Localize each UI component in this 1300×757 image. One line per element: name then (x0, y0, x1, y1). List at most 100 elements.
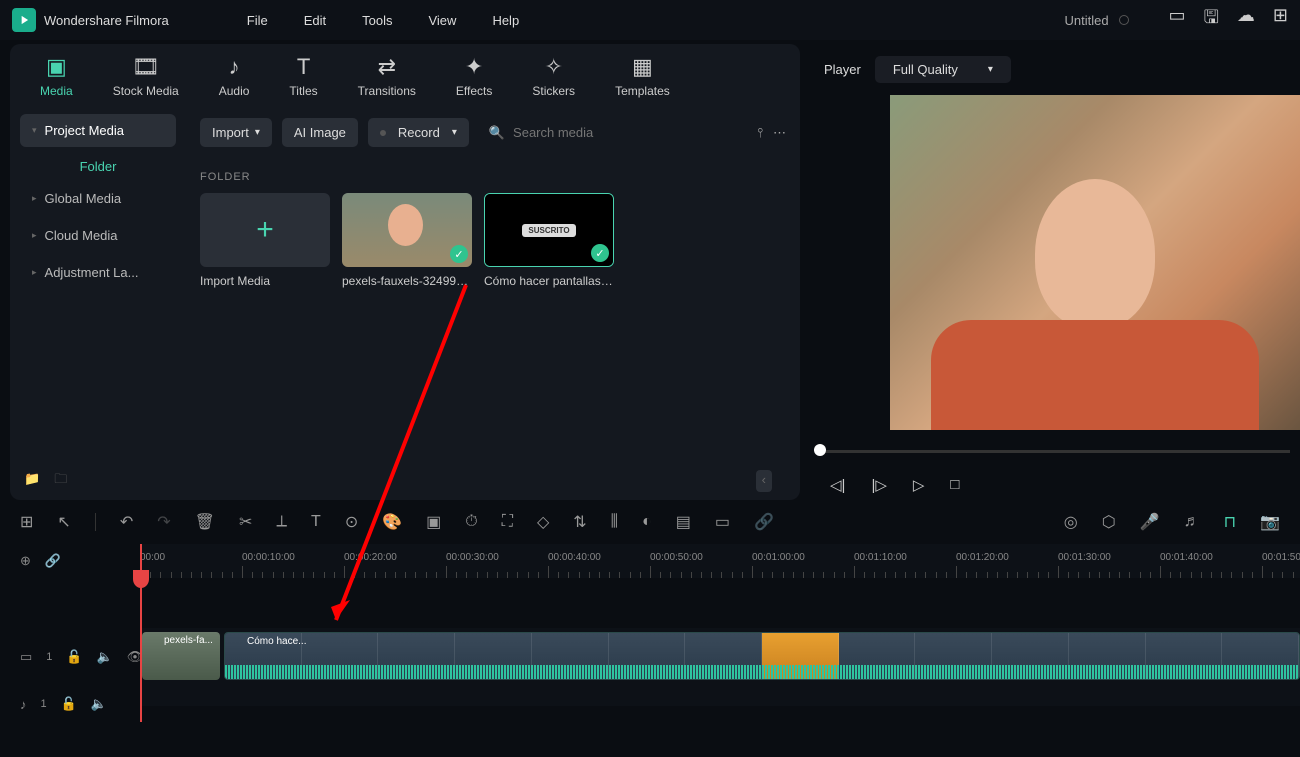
folder-label: FOLDER (200, 171, 786, 183)
verified-icon (1119, 15, 1129, 25)
filter-icon[interactable]: ⫯ (757, 125, 763, 141)
app-logo (12, 8, 36, 32)
monitor-icon[interactable]: ▭ (1169, 5, 1186, 35)
color-icon[interactable]: 🎨 (382, 512, 402, 532)
lock-icon[interactable]: 🔓 (61, 696, 77, 712)
project-title: Untitled (1064, 13, 1108, 28)
check-icon: ✓ (591, 244, 609, 262)
screen-icon[interactable]: ▭ (715, 512, 730, 532)
timer-icon[interactable]: ⏱ (465, 513, 477, 531)
import-button[interactable]: Import▾ (200, 118, 272, 147)
video-track-head: ▭1 🔓 🔈 👁 (0, 628, 140, 686)
text-icon[interactable]: T (311, 513, 321, 531)
stop-icon[interactable]: □ (950, 476, 959, 494)
layers-icon[interactable]: ▤ (676, 512, 691, 532)
snapshot-icon[interactable]: 📷 (1260, 512, 1280, 532)
sidebar-item-cloud-media[interactable]: ▸Cloud Media (20, 219, 176, 252)
marker-icon[interactable]: ◎ (1064, 512, 1078, 532)
mute-icon[interactable]: 🔈 (91, 696, 107, 712)
edit-toolbar: ⊞ ↖ ↶ ↷ 🗑 ✂ ⟂ T ⊙ 🎨 ▣ ⏱ ⛶ ◇ ⇅ ⫼ ◐ ▤ ▭ 🔗 … (0, 500, 1300, 544)
tab-stickers[interactable]: ✧Stickers (532, 54, 575, 98)
time-ruler[interactable]: 00:0000:00:10:0000:00:20:0000:00:30:0000… (140, 544, 1300, 578)
grid-icon[interactable]: ⊞ (1273, 5, 1288, 35)
tab-transitions[interactable]: ⇄Transitions (358, 54, 416, 98)
playhead[interactable] (140, 544, 142, 722)
redo-icon[interactable]: ↷ (157, 512, 170, 532)
sidebar-item-adjustment-layer[interactable]: ▸Adjustment La... (20, 256, 176, 289)
sidebar-folder[interactable]: Folder (20, 151, 176, 182)
shield-icon[interactable]: ⬡ (1102, 512, 1116, 532)
media-sidebar: ▾Project Media Folder ▸Global Media ▸Clo… (10, 108, 186, 462)
media-panel: ▣Media 🎞Stock Media ♪Audio TTitles ⇄Tran… (10, 44, 800, 500)
menu-edit[interactable]: Edit (286, 13, 344, 28)
plus-icon: + (256, 213, 274, 247)
select-icon[interactable]: ↖ (57, 512, 70, 532)
play-icon[interactable]: ▷ (913, 476, 925, 494)
sidebar-item-project-media[interactable]: ▾Project Media (20, 114, 176, 147)
top-bar: Wondershare Filmora File Edit Tools View… (0, 0, 1300, 40)
audio-icon[interactable]: ⫼ (611, 513, 618, 531)
menu-help[interactable]: Help (474, 13, 537, 28)
delete-icon[interactable]: 🗑 (195, 512, 215, 532)
clip-como-hacer[interactable]: Cómo hace... (224, 632, 1300, 680)
app-name: Wondershare Filmora (44, 13, 169, 28)
next-frame-icon[interactable]: |▷ (871, 476, 886, 494)
lock-icon[interactable]: 🔓 (66, 649, 82, 665)
menu-view[interactable]: View (410, 13, 474, 28)
menu-tools[interactable]: Tools (344, 13, 410, 28)
preview-panel: Player Full Quality▾ ◁| |▷ ▷ □ (810, 44, 1300, 500)
check-icon: ✓ (450, 245, 468, 263)
audio-track-head: ♪1 🔓 🔈 (0, 686, 140, 722)
search-icon: 🔍 (489, 125, 505, 141)
undo-icon[interactable]: ↶ (120, 512, 133, 532)
tab-effects[interactable]: ✦Effects (456, 54, 492, 98)
cloud-icon[interactable]: ☁ (1237, 5, 1255, 35)
mask-icon[interactable]: ◐ (642, 513, 652, 531)
mic-icon[interactable]: 🎤 (1140, 512, 1160, 532)
tab-audio[interactable]: ♪Audio (219, 54, 250, 98)
speed-icon[interactable]: ⊙ (345, 512, 358, 532)
keyframe-icon[interactable]: ◇ (537, 512, 549, 532)
tab-titles[interactable]: TTitles (289, 54, 317, 98)
more-icon[interactable]: ⋯ (773, 125, 786, 141)
prev-frame-icon[interactable]: ◁| (830, 476, 845, 494)
mute-icon[interactable]: 🔈 (97, 649, 113, 665)
add-track-icon[interactable]: ⊕ (20, 553, 31, 569)
video-track[interactable]: pexels-fa... Cómo hace... (140, 628, 1300, 686)
record-button[interactable]: Record▾ (368, 118, 469, 147)
frame-icon[interactable]: ▣ (426, 512, 441, 532)
search-input[interactable]: 🔍 (479, 119, 747, 147)
media-content: Import▾ AI Image Record▾ 🔍 ⫯ ⋯ FOLDER + … (186, 108, 800, 462)
magnet-icon[interactable]: ⊓ (1224, 512, 1236, 532)
menu-file[interactable]: File (229, 13, 286, 28)
expand-icon[interactable]: ⛶ (502, 513, 513, 531)
crop-icon[interactable]: ⟂ (276, 513, 287, 531)
quality-dropdown[interactable]: Full Quality▾ (875, 56, 1011, 83)
link-icon[interactable]: 🔗 (754, 512, 774, 532)
sidebar-item-global-media[interactable]: ▸Global Media (20, 182, 176, 215)
apps-icon[interactable]: ⊞ (20, 512, 33, 532)
tab-templates[interactable]: ▦Templates (615, 54, 670, 98)
video-track-icon: ▭ (20, 649, 32, 665)
new-folder-icon[interactable]: 📁 (24, 471, 40, 486)
import-media-card[interactable]: + Import Media (200, 193, 330, 288)
media-item-pexels[interactable]: ✓ pexels-fauxels-324993... (342, 193, 472, 288)
player-label: Player (824, 62, 861, 77)
scrubber[interactable] (810, 440, 1300, 460)
collapse-icon[interactable]: ‹ (756, 470, 772, 492)
link-track-icon[interactable]: 🔗 (45, 553, 61, 569)
adjust-icon[interactable]: ⇅ (573, 512, 586, 532)
preview-viewport[interactable] (890, 95, 1300, 430)
clip-pexels[interactable]: pexels-fa... (142, 632, 220, 680)
ai-image-button[interactable]: AI Image (282, 118, 358, 147)
save-icon[interactable]: 🖫 (1204, 5, 1219, 35)
folder-icon[interactable]: 🗀 (54, 471, 67, 486)
timeline: ⊕ 🔗 00:0000:00:10:0000:00:20:0000:00:30:0… (0, 544, 1300, 722)
tab-stock-media[interactable]: 🎞Stock Media (113, 54, 179, 98)
tab-media[interactable]: ▣Media (40, 54, 73, 98)
audio-track-icon: ♪ (20, 697, 27, 712)
music-icon[interactable]: ♬ (1184, 513, 1200, 531)
media-item-como-hacer[interactable]: SUSCRITO✓ Cómo hacer pantallas ... (484, 193, 614, 288)
audio-track[interactable] (140, 686, 1300, 706)
cut-icon[interactable]: ✂ (239, 512, 252, 532)
